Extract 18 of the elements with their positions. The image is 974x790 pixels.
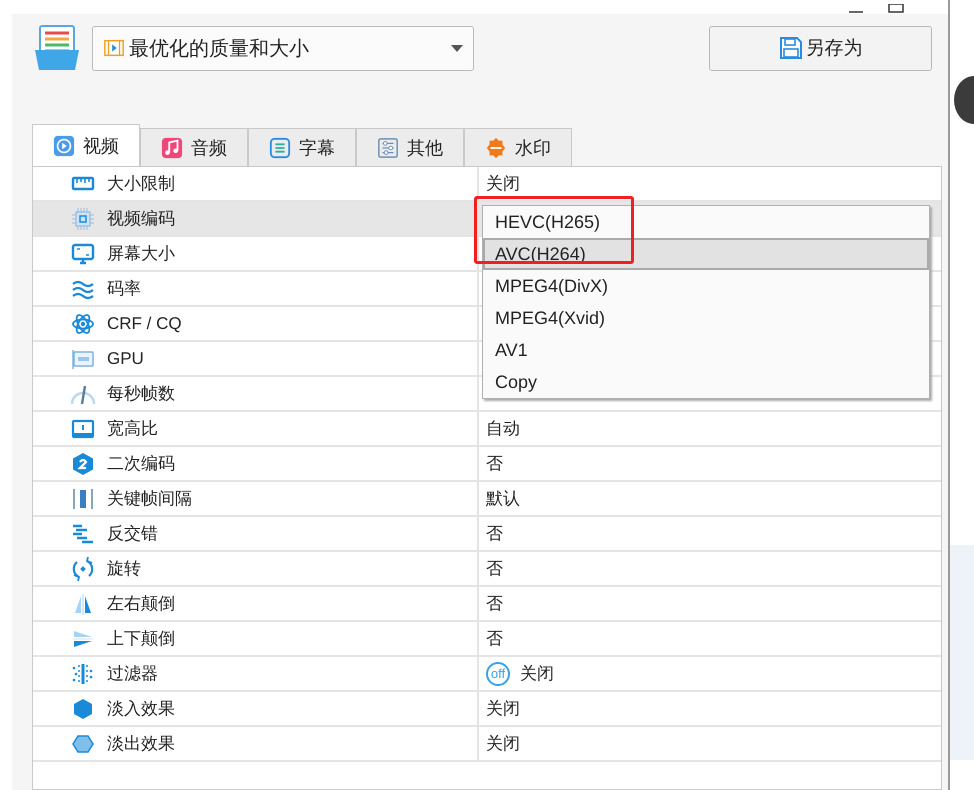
property-name: 宽高比 xyxy=(107,418,158,440)
property-name: GPU xyxy=(107,348,144,368)
property-name: 关键帧间隔 xyxy=(107,488,192,510)
property-name: 上下颠倒 xyxy=(107,628,175,650)
property-name: 大小限制 xyxy=(107,173,175,195)
property-name: 码率 xyxy=(107,278,141,300)
off-badge: off xyxy=(486,662,510,686)
property-name: 过滤器 xyxy=(107,663,158,685)
property-name: 二次编码 xyxy=(107,453,175,475)
property-name: 每秒帧数 xyxy=(107,383,175,405)
property-name: 旋转 xyxy=(107,558,141,580)
property-name: 淡出效果 xyxy=(107,733,175,755)
property-name: 反交错 xyxy=(107,523,158,545)
property-name: 左右颠倒 xyxy=(107,593,175,615)
property-name: 屏幕大小 xyxy=(107,243,175,265)
property-name: 淡入效果 xyxy=(107,698,175,720)
property-name: 视频编码 xyxy=(107,208,175,230)
property-name: CRF / CQ xyxy=(107,314,182,334)
